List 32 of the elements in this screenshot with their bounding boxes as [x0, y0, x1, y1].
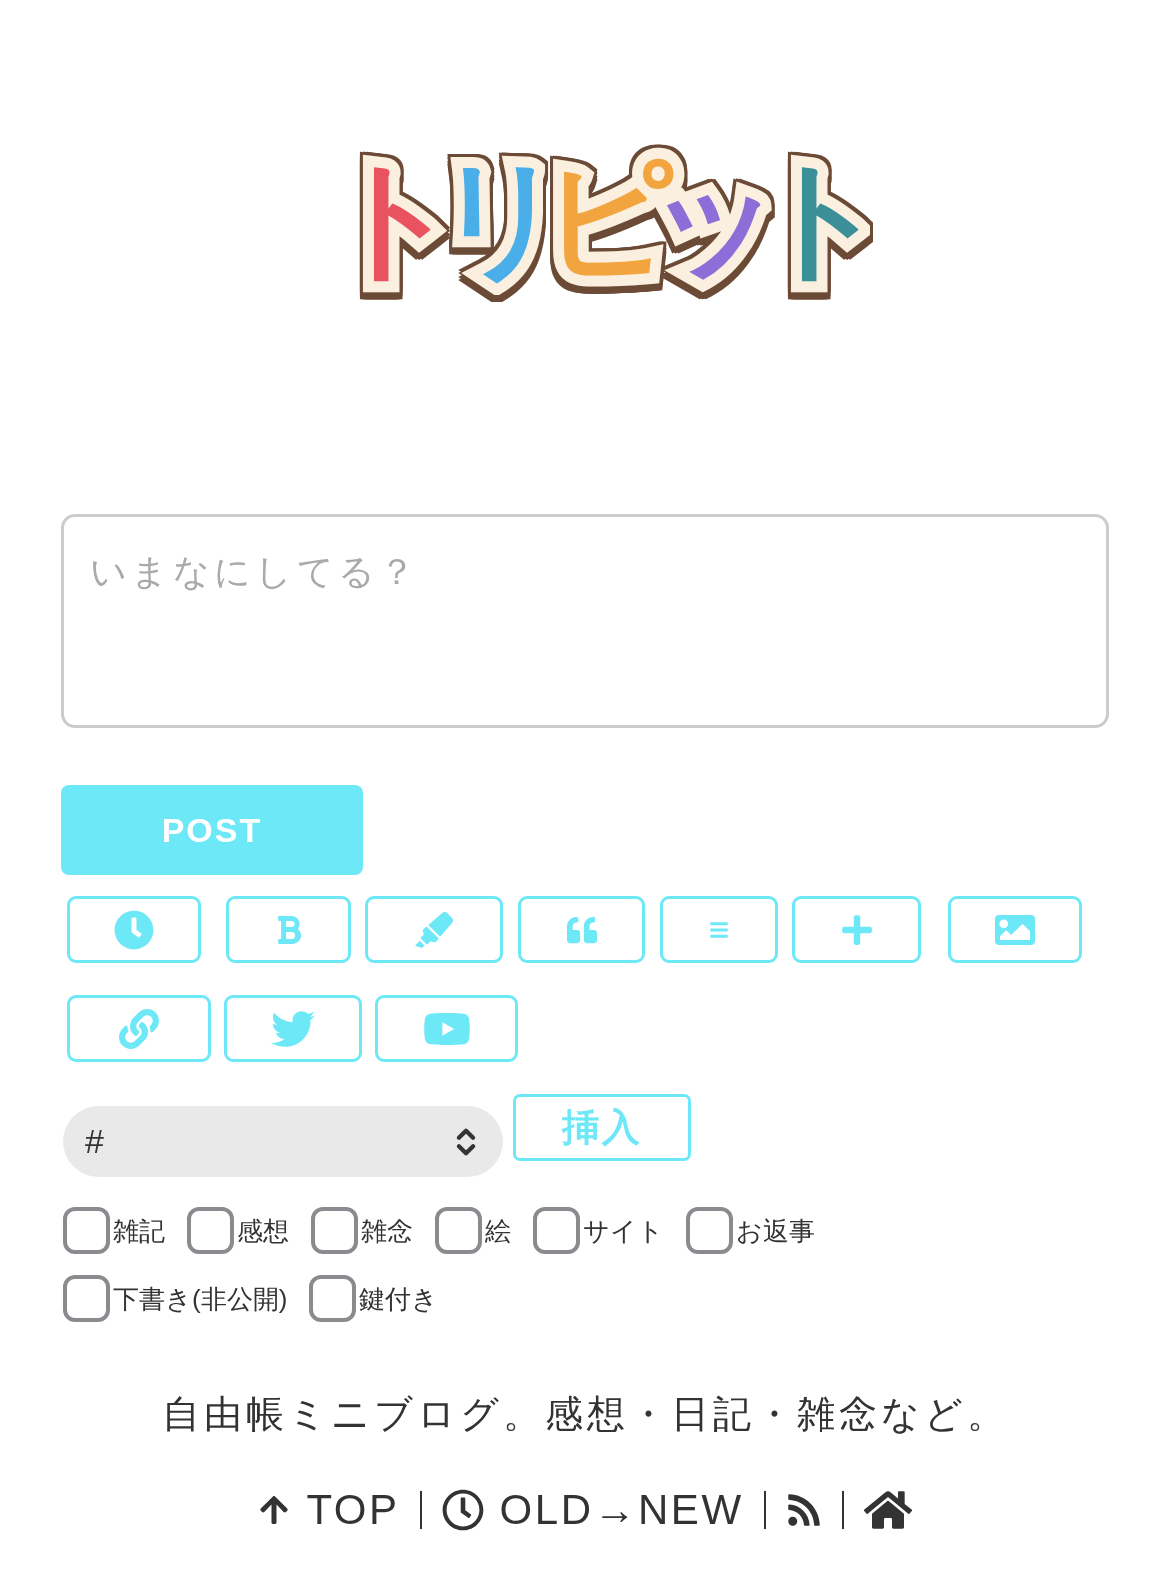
quote-icon [566, 914, 597, 945]
lines-icon [709, 919, 729, 940]
clock-icon [114, 909, 154, 950]
checkbox[interactable] [187, 1207, 234, 1254]
checkbox-label[interactable]: 雑念 [361, 1217, 413, 1244]
checkbox[interactable] [686, 1207, 733, 1254]
timeline-link[interactable]: OLD→NEW [441, 1489, 744, 1531]
top-link[interactable]: TOP [258, 1489, 400, 1531]
arrow-up-icon [258, 1494, 291, 1526]
post-textarea[interactable]: いまなにしてる？ [61, 514, 1109, 728]
checkbox-label[interactable]: 鍵付き [359, 1285, 439, 1312]
checkbox[interactable] [533, 1207, 580, 1254]
checkbox-label[interactable]: 下書き(非公開) [113, 1285, 288, 1312]
feed-link[interactable] [785, 1492, 822, 1528]
plus-icon [839, 912, 874, 947]
rss-icon [785, 1492, 822, 1528]
tagline: 自由帳ミニブログ。感想・日記・雑念など。 [160, 1392, 1010, 1436]
checkbox-label[interactable]: 雑記 [113, 1217, 165, 1244]
checkbox[interactable] [63, 1275, 110, 1322]
checkbox-label[interactable]: サイト [583, 1217, 664, 1244]
checkbox-label[interactable]: お返事 [736, 1217, 815, 1244]
checkbox[interactable] [311, 1207, 358, 1254]
logo[interactable]: ト リ ピット [307, 118, 863, 318]
tag-select[interactable]: # [63, 1106, 503, 1177]
checkbox-label[interactable]: 絵 [485, 1217, 511, 1244]
clock-icon [441, 1489, 484, 1531]
checkbox[interactable] [309, 1275, 357, 1322]
checkbox[interactable] [63, 1207, 110, 1254]
checkbox-label[interactable]: 感想 [237, 1217, 289, 1244]
checkbox[interactable] [435, 1207, 482, 1254]
link-icon [119, 1008, 159, 1049]
highlighter-icon [415, 910, 453, 949]
